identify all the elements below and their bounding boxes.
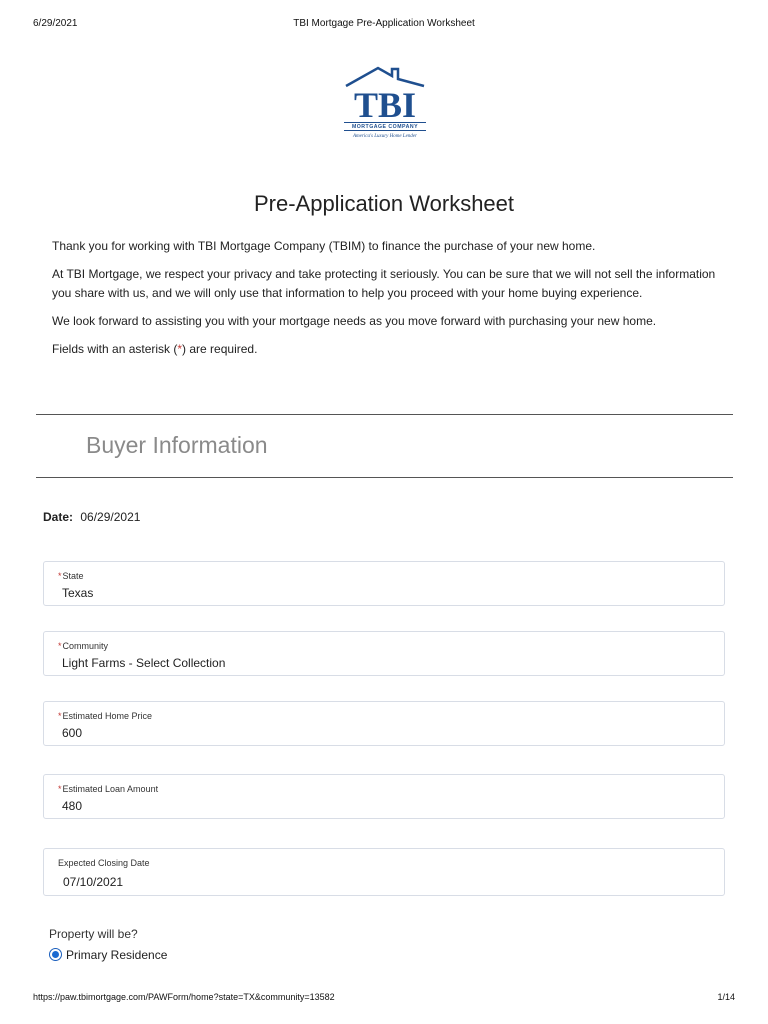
state-field[interactable]: *State Texas <box>43 561 725 606</box>
radio-selected-icon[interactable] <box>49 948 62 961</box>
intro-paragraph: Thank you for working with TBI Mortgage … <box>52 239 596 253</box>
date-label: Date: <box>43 510 74 524</box>
property-question: Property will be? <box>49 927 138 941</box>
home-price-value[interactable]: 600 <box>62 726 82 740</box>
date-row: Date: 06/29/2021 <box>43 510 140 524</box>
home-price-field[interactable]: *Estimated Home Price 600 <box>43 701 725 746</box>
page-title: Pre-Application Worksheet <box>253 190 515 216</box>
intro-paragraph: At TBI Mortgage, we respect your privacy… <box>52 267 716 300</box>
loan-amount-value[interactable]: 480 <box>62 799 82 813</box>
section-divider-bottom <box>36 477 733 478</box>
logo-brand-text: TBI <box>354 85 416 125</box>
closing-date-label: Expected Closing Date <box>58 858 150 868</box>
print-header: 6/29/2021 TBI Mortgage Pre-Application W… <box>0 18 768 32</box>
intro-text: Thank you for working with TBI Mortgage … <box>52 237 732 368</box>
radio-label: Primary Residence <box>66 948 168 962</box>
state-label: *State <box>58 571 84 581</box>
print-url: https://paw.tbimortgage.com/PAWForm/home… <box>33 992 335 1002</box>
print-title: TBI Mortgage Pre-Application Worksheet <box>293 18 475 29</box>
logo-tagline: America's Luxury Home Lender <box>352 134 417 139</box>
date-value: 06/29/2021 <box>80 510 141 524</box>
home-price-label: *Estimated Home Price <box>58 711 153 721</box>
primary-residence-option[interactable]: Primary Residence <box>49 948 167 962</box>
page-number: 1/14 <box>717 992 735 1002</box>
state-value[interactable]: Texas <box>62 586 93 600</box>
tbi-logo: TBI MORTGAGE COMPANY America's Luxury Ho… <box>338 62 432 144</box>
loan-amount-field[interactable]: *Estimated Loan Amount 480 <box>43 774 725 819</box>
closing-date-field[interactable]: Expected Closing Date 07/10/2021 <box>43 848 725 896</box>
loan-amount-label: *Estimated Loan Amount <box>58 784 159 794</box>
community-label: *Community <box>58 641 109 651</box>
section-title: Buyer Information <box>86 432 268 458</box>
logo-sub-text: MORTGAGE COMPANY <box>352 124 418 130</box>
required-note: Fields with an asterisk (*) are required… <box>52 342 258 356</box>
closing-date-value[interactable]: 07/10/2021 <box>63 875 123 889</box>
intro-paragraph: We look forward to assisting you with yo… <box>52 314 657 328</box>
section-divider-top <box>36 414 733 415</box>
community-value[interactable]: Light Farms - Select Collection <box>62 656 225 670</box>
community-field[interactable]: *Community Light Farms - Select Collecti… <box>43 631 725 676</box>
